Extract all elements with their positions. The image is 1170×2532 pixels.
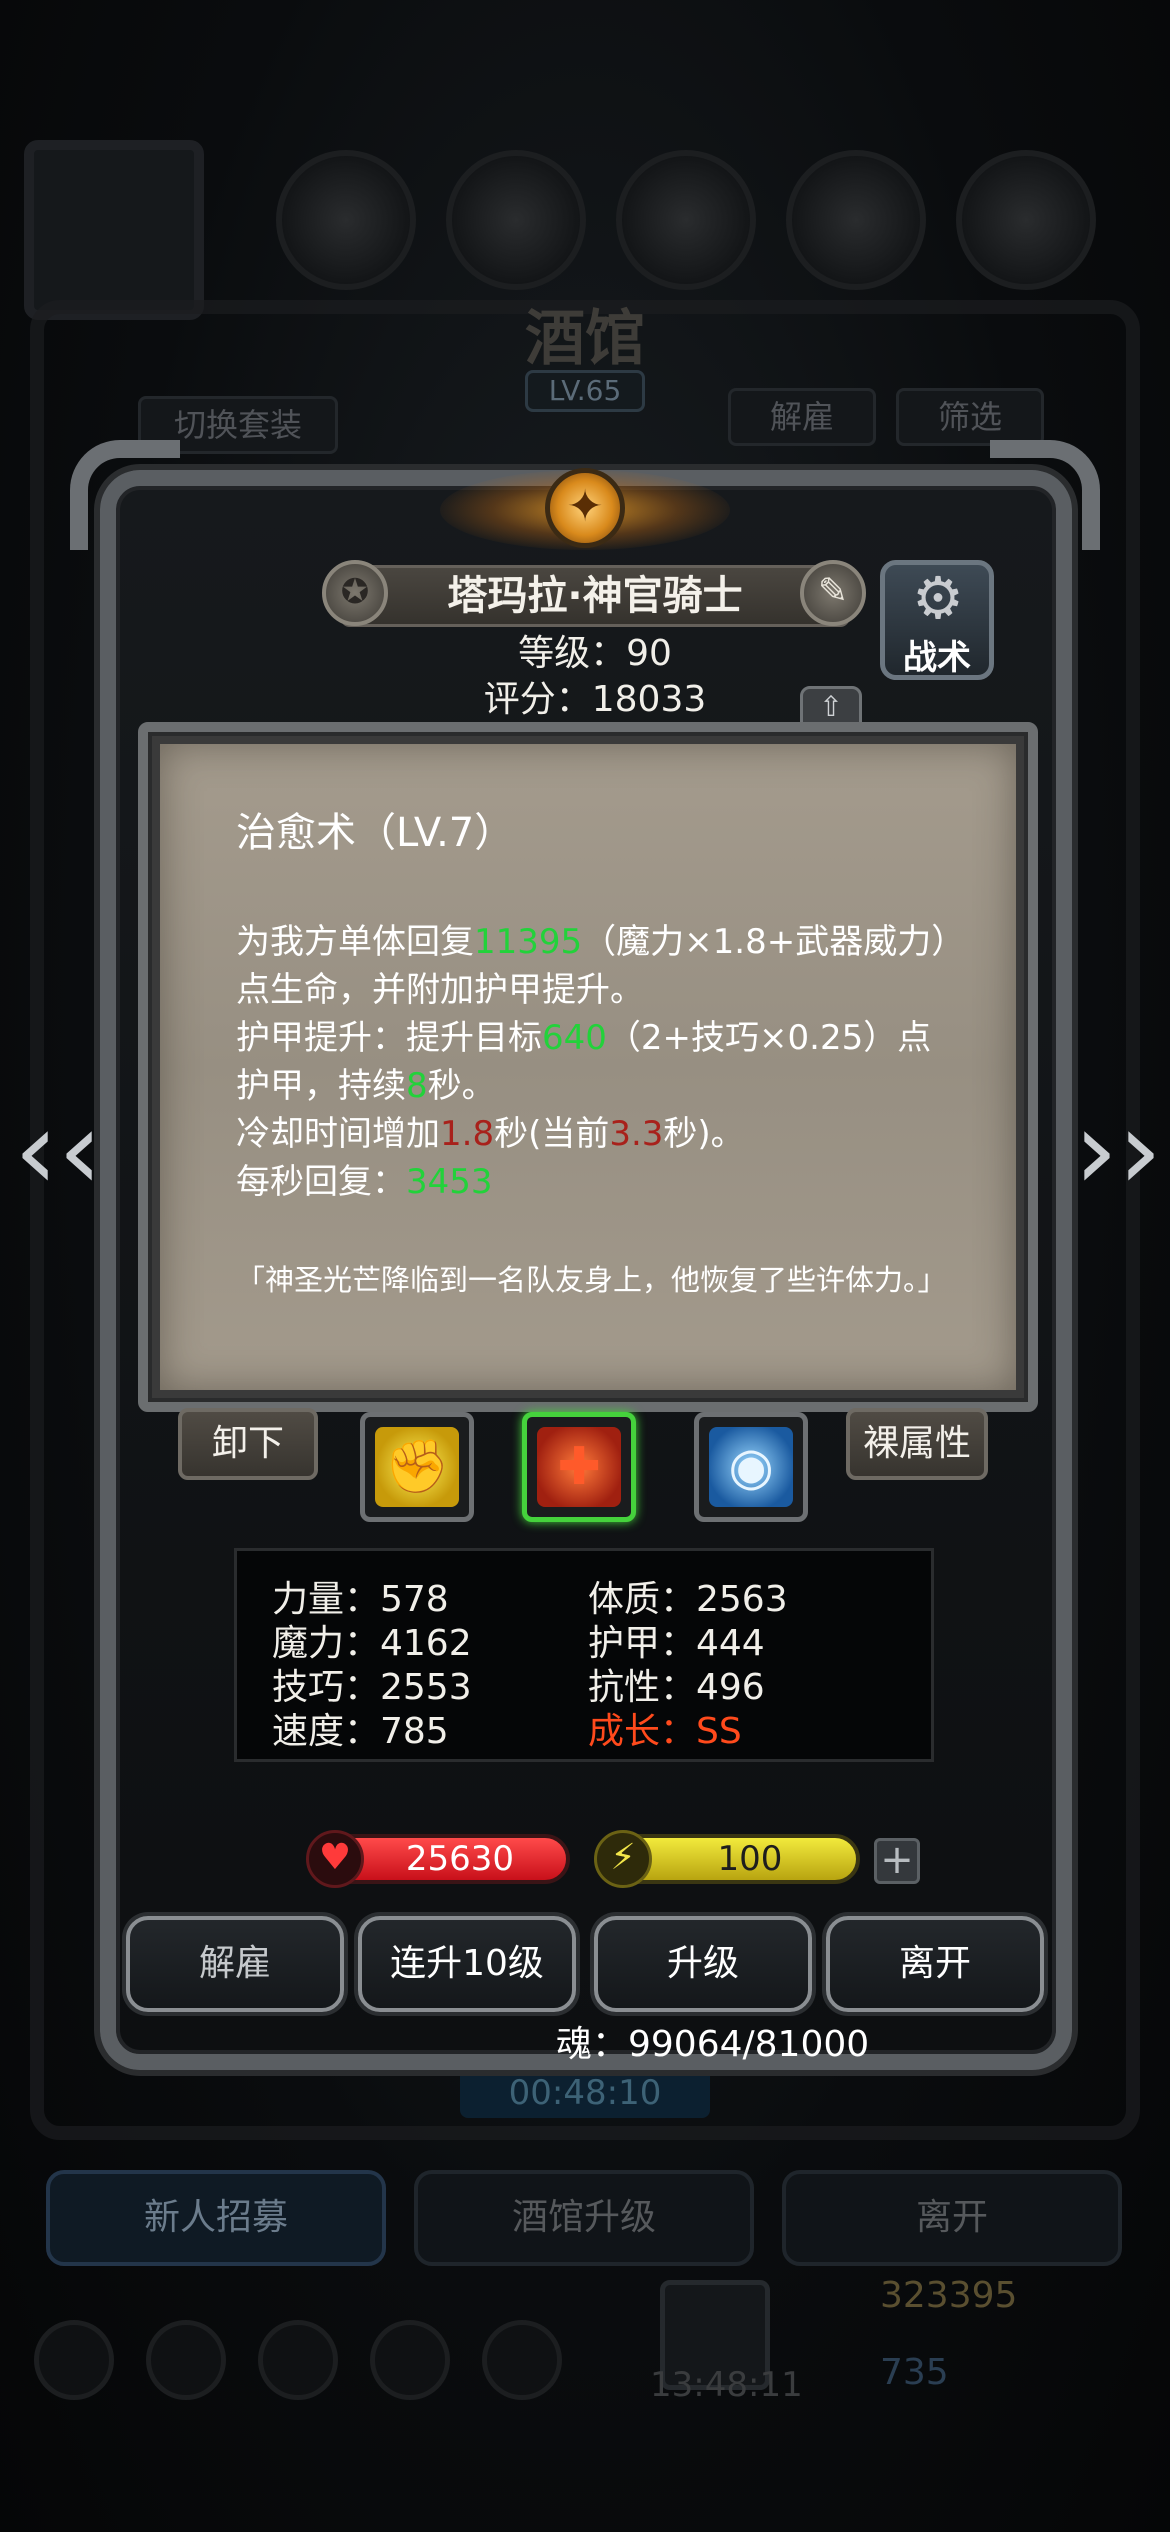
skill-description: 为我方单体回复11395（魔力×1.8+武器威力）点生命，并附加护甲提升。 护甲… xyxy=(236,922,949,1202)
bottom-nav-icon xyxy=(146,2320,226,2400)
next-hero-arrow-icon[interactable]: ›› xyxy=(1074,1095,1162,1210)
bg-dismiss-button: 解雇 xyxy=(728,388,876,446)
bottom-nav-icon xyxy=(370,2320,450,2400)
menu-circle-icon xyxy=(786,150,926,290)
new-recruit-button: 新人招募 xyxy=(46,2170,386,2266)
menu-circle-icon xyxy=(956,150,1096,290)
red-cross-icon: ✚ xyxy=(537,1427,621,1507)
bottom-nav-icon xyxy=(258,2320,338,2400)
tactics-label: 战术 xyxy=(903,638,971,678)
screen-level: LV.65 xyxy=(525,370,645,412)
armor-boost-value: 640 xyxy=(542,1018,607,1058)
regen-value: 3453 xyxy=(406,1162,493,1202)
hp-value: 25630 xyxy=(405,1839,515,1879)
cooldown-increase-value: 1.8 xyxy=(440,1114,495,1154)
menu-circle-icon xyxy=(616,150,756,290)
stat-speed: 速度：785 xyxy=(272,1711,449,1752)
leave-button[interactable]: 离开 xyxy=(826,1916,1044,2012)
unequip-button[interactable]: 卸下 xyxy=(178,1408,318,1480)
hero-score: 评分：18033 xyxy=(483,679,707,720)
previous-hero-arrow-icon[interactable]: ‹‹ xyxy=(14,1095,102,1210)
level-up-10-button[interactable]: 连升10级 xyxy=(358,1916,576,2012)
bg-filter-button: 筛选 xyxy=(896,388,1044,446)
bottom-nav-icon xyxy=(482,2320,562,2400)
eye-icon: ◉ xyxy=(709,1427,793,1507)
tavern-upgrade-button: 酒馆升级 xyxy=(414,2170,754,2266)
gold-amount: 323395 xyxy=(880,2275,1018,2316)
skill-slot-attack[interactable]: ✊ xyxy=(360,1412,474,1522)
skill-slot-heal[interactable]: ✚ xyxy=(522,1412,636,1522)
cooldown-current-value: 3.3 xyxy=(609,1114,664,1154)
fist-icon: ✊ xyxy=(375,1427,459,1507)
dismiss-button[interactable]: 解雇 xyxy=(126,1916,344,2012)
add-energy-button[interactable]: + xyxy=(874,1838,920,1884)
heal-value: 11395 xyxy=(474,922,583,962)
bottom-nav-icon xyxy=(34,2320,114,2400)
stat-growth: 成长：SS xyxy=(588,1711,742,1752)
soul-counter: 魂：99064/81000 xyxy=(556,2024,870,2065)
duration-value: 8 xyxy=(406,1066,428,1106)
naked-attributes-button[interactable]: 裸属性 xyxy=(846,1408,988,1480)
clock-time: 13:48:11 xyxy=(650,2365,803,2405)
edit-name-button[interactable]: ✎ xyxy=(800,560,866,626)
hero-level: 等级：90 xyxy=(518,633,672,674)
energy-value: 100 xyxy=(717,1839,783,1879)
emblem-icon: ✦ xyxy=(545,468,625,548)
skill-slot-vision[interactable]: ◉ xyxy=(694,1412,808,1522)
bg-leave-button: 离开 xyxy=(782,2170,1122,2266)
gear-icon: ⚙ xyxy=(912,564,964,632)
medal-icon[interactable]: ✪ xyxy=(322,560,388,626)
skill-title: 治愈术（LV.7） xyxy=(236,810,515,856)
hero-name: 塔玛拉·神官骑士 xyxy=(447,573,743,619)
menu-circle-icon xyxy=(276,150,416,290)
menu-circle-icon xyxy=(446,150,586,290)
level-up-button[interactable]: 升级 xyxy=(594,1916,812,2012)
screen-title: 酒馆 xyxy=(525,304,645,374)
skill-quote: 「神圣光芒降临到一名队友身上，他恢复了些许体力。」 xyxy=(236,1263,947,1297)
gem-amount: 735 xyxy=(880,2352,949,2393)
recruit-timer: 00:48:10 xyxy=(460,2068,710,2118)
